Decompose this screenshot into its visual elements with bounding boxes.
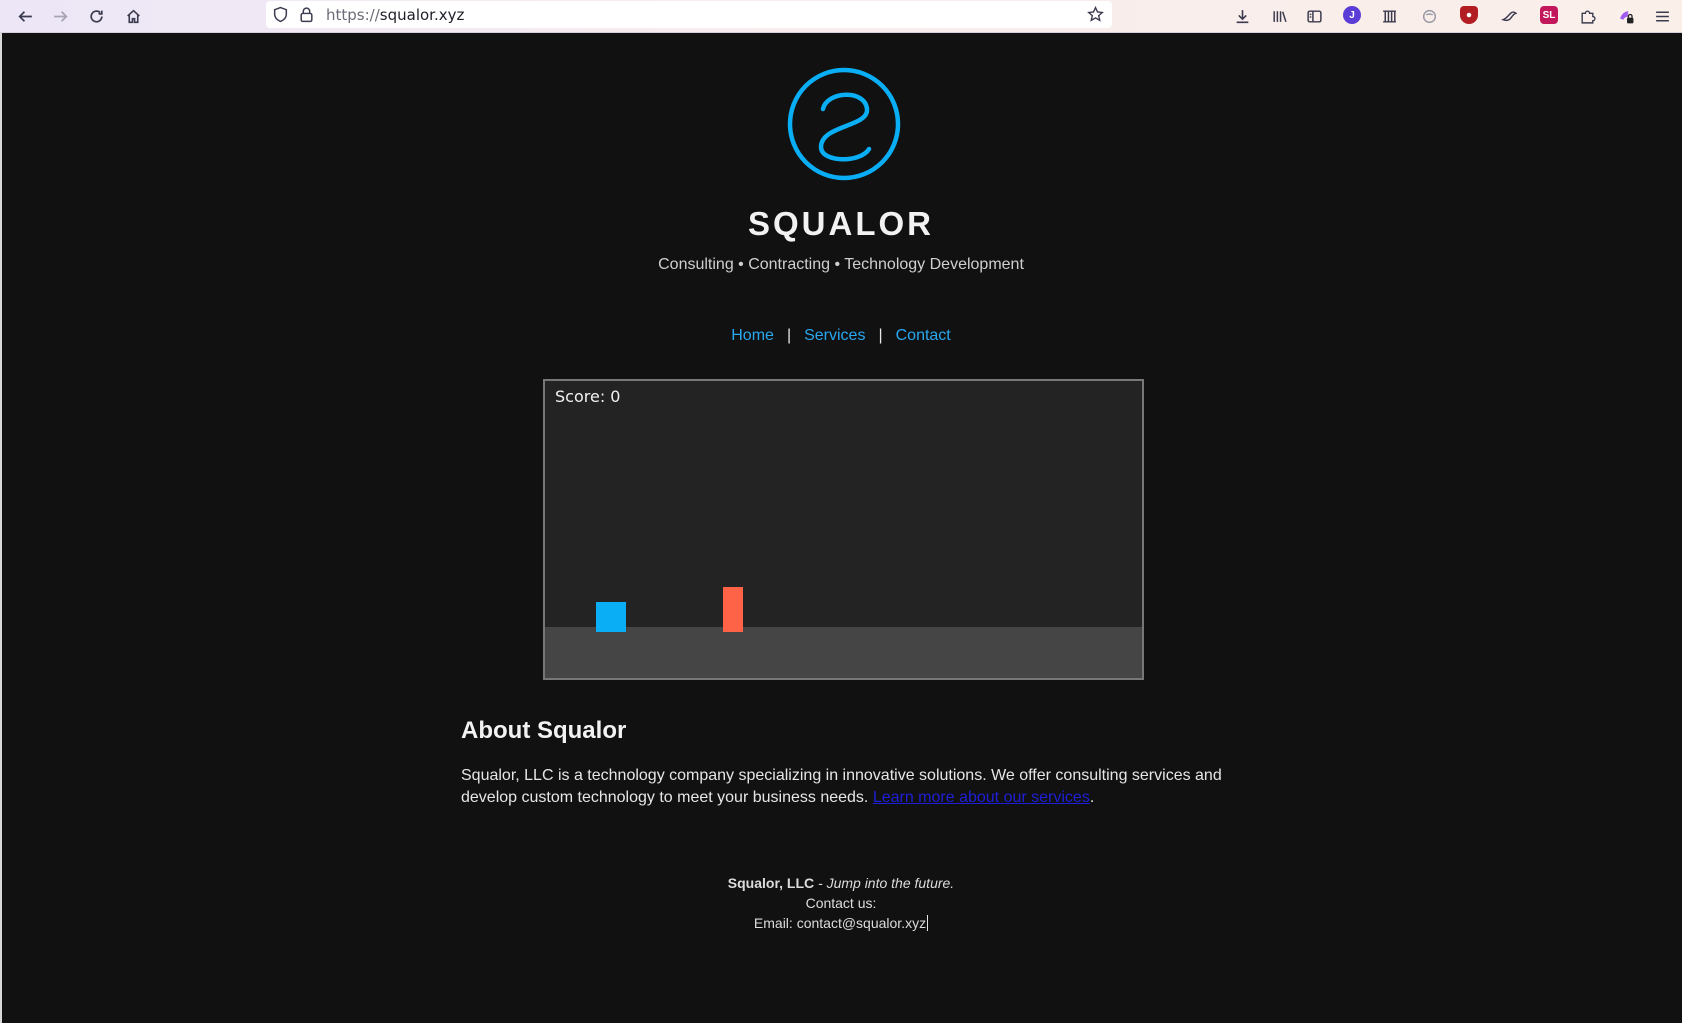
- private-lock-icon[interactable]: [1613, 3, 1639, 29]
- nav-separator: |: [878, 327, 883, 344]
- forward-icon[interactable]: [47, 3, 73, 29]
- about-link-suffix: .: [1089, 789, 1095, 806]
- url-text: https://squalor.xyz: [326, 6, 464, 24]
- extension-sl-label: SL: [1542, 9, 1556, 21]
- footer-company-line: Squalor, LLC - Jump into the future.: [0, 873, 1682, 893]
- site-footer: Squalor, LLC - Jump into the future. Con…: [0, 873, 1682, 933]
- shield-icon[interactable]: [272, 6, 289, 23]
- services-link[interactable]: Learn more about our services: [873, 789, 1090, 806]
- game-obstacle: [723, 587, 743, 632]
- footer-motto: - Jump into the future.: [818, 875, 955, 891]
- url-scheme: https://: [326, 6, 380, 24]
- game-player-block: [596, 602, 626, 632]
- library-icon[interactable]: [1266, 3, 1292, 29]
- game-score: Score: 0: [555, 387, 621, 406]
- site-tagline: Consulting • Contracting • Technology De…: [658, 256, 1024, 273]
- url-host: squalor.xyz: [379, 6, 465, 24]
- address-bar[interactable]: https://squalor.xyz: [266, 1, 1112, 28]
- about-text: Squalor, LLC is a technology company spe…: [461, 767, 1222, 806]
- site-nav: Home | Services | Contact: [0, 327, 1682, 345]
- nav-separator: |: [786, 327, 792, 344]
- footer-email-line: Email: contact@squalor.xyz: [0, 913, 1682, 933]
- lock-icon[interactable]: [298, 6, 315, 23]
- jump-game-canvas[interactable]: Score: 0: [543, 379, 1144, 680]
- nav-link-contact[interactable]: Contact: [896, 327, 951, 344]
- menu-hamburger-icon[interactable]: [1649, 3, 1675, 29]
- extensions-puzzle-icon[interactable]: [1574, 3, 1600, 29]
- fox-extension-icon[interactable]: [1416, 3, 1442, 29]
- bird-extension-icon[interactable]: [1496, 3, 1522, 29]
- bookmark-star-icon[interactable]: [1087, 5, 1104, 23]
- extension-j-label: J: [1349, 9, 1355, 21]
- sidebar-icon[interactable]: [1301, 3, 1327, 29]
- nav-link-services[interactable]: Services: [804, 327, 865, 344]
- nav-link-home[interactable]: Home: [731, 327, 774, 344]
- extension-sl-icon[interactable]: SL: [1540, 6, 1558, 24]
- squalor-logo-icon: [787, 67, 901, 181]
- browser-toolbar: https://squalor.xyz J SL: [0, 0, 1682, 33]
- home-icon[interactable]: [120, 3, 146, 29]
- footer-email[interactable]: Email: contact@squalor.xyz: [754, 915, 926, 931]
- text-caret: [927, 915, 929, 931]
- about-heading: About Squalor: [461, 717, 627, 744]
- grid-extension-icon[interactable]: [1376, 3, 1402, 29]
- ublock-icon[interactable]: [1460, 6, 1478, 24]
- game-ground: [545, 627, 1142, 678]
- back-icon[interactable]: [12, 3, 38, 29]
- reload-icon[interactable]: [83, 3, 109, 29]
- extension-j-icon[interactable]: J: [1343, 6, 1361, 24]
- site-brand-title: SQUALOR: [748, 205, 934, 242]
- footer-company: Squalor, LLC: [727, 875, 815, 891]
- about-paragraph: Squalor, LLC is a technology company spe…: [461, 765, 1241, 809]
- downloads-icon[interactable]: [1229, 3, 1255, 29]
- footer-contact-label: Contact us:: [805, 895, 877, 911]
